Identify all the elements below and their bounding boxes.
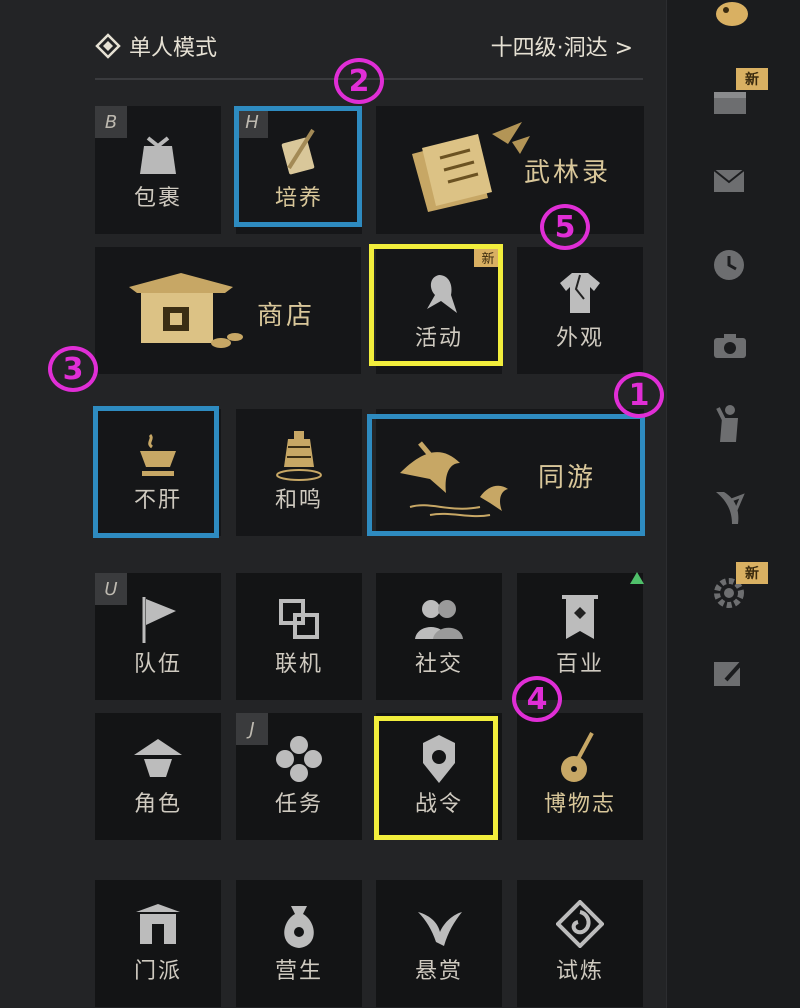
annotation-box-activity: [369, 244, 503, 366]
tile-sect[interactable]: 门派: [95, 880, 221, 1007]
tile-team[interactable]: U 队伍: [95, 573, 221, 700]
mode-selector[interactable]: 单人模式: [95, 30, 217, 62]
tile-appearance[interactable]: 外观: [517, 247, 643, 374]
people-icon: [415, 600, 463, 639]
tile-bag[interactable]: B 包裹: [95, 106, 221, 234]
upgrade-indicator-icon: [630, 572, 644, 584]
hotkey-badge: J: [236, 713, 268, 745]
tile-trial[interactable]: 试炼: [517, 880, 643, 1007]
bell-icon: [276, 431, 322, 481]
new-badge: 新: [736, 562, 768, 584]
shop-stall-icon: [129, 273, 243, 348]
tile-label: 试炼: [555, 959, 604, 984]
tile-label: 商店: [257, 301, 316, 331]
tile-label: 包裹: [133, 186, 182, 211]
hat-icon: [134, 739, 182, 777]
annotation-box-tongyou: [367, 414, 645, 536]
figure-icon[interactable]: [712, 404, 746, 444]
annotation-box-cultivate: [234, 106, 362, 227]
tile-shop[interactable]: 商店: [95, 247, 361, 374]
money-bag-icon: [284, 906, 314, 948]
tile-label: 营生: [274, 959, 323, 984]
annotation-number-1: 1: [614, 372, 664, 418]
tile-label: 百业: [555, 652, 604, 677]
camera-icon[interactable]: [712, 332, 748, 360]
annotation-number-2: 2: [334, 58, 384, 104]
tile-label: 和鸣: [274, 488, 323, 513]
tile-wulin-record[interactable]: 武林录: [376, 106, 644, 234]
tile-label: 外观: [555, 326, 604, 351]
annotation-number-3: 3: [48, 346, 98, 392]
tile-quests[interactable]: J 任务: [236, 713, 362, 840]
robe-icon: [560, 273, 600, 313]
tile-label: 博物志: [543, 792, 616, 817]
mode-label: 单人模式: [129, 36, 218, 61]
tile-livelihood[interactable]: 营生: [236, 880, 362, 1007]
tile-museum[interactable]: 博物志: [517, 713, 643, 840]
tile-label: 联机: [274, 652, 323, 677]
banner-icon: [562, 595, 598, 639]
edit-icon[interactable]: [712, 658, 746, 688]
mail-icon[interactable]: [712, 168, 746, 194]
tile-heming[interactable]: 和鸣: [236, 409, 362, 536]
annotation-box-battle-pass: [374, 716, 498, 840]
tile-label: 任务: [274, 792, 323, 817]
tile-label: 悬赏: [414, 959, 463, 984]
new-badge: 新: [736, 68, 768, 90]
tile-label: 社交: [414, 652, 463, 677]
calendar-icon[interactable]: [712, 88, 748, 116]
tile-social[interactable]: 社交: [376, 573, 502, 700]
feather-icon[interactable]: [712, 490, 746, 526]
tile-label: 门派: [133, 959, 182, 984]
tile-online[interactable]: 联机: [236, 573, 362, 700]
clock-icon[interactable]: [712, 248, 746, 282]
hotkey-badge: U: [95, 573, 127, 605]
tile-label: 武林录: [524, 158, 612, 188]
annotation-box-buguan: [93, 406, 219, 538]
diamond-emblem-icon: [95, 33, 121, 59]
scrolls-icon: [412, 122, 530, 212]
tile-label: 队伍: [133, 652, 182, 677]
link-icon: [279, 599, 319, 639]
gate-icon: [136, 904, 180, 944]
hotkey-badge: B: [95, 106, 127, 138]
annotation-number-5: 5: [540, 204, 590, 250]
tile-character[interactable]: 角色: [95, 713, 221, 840]
bird-avatar-icon[interactable]: [712, 0, 752, 30]
quatrefoil-icon: [276, 736, 322, 782]
pipa-icon: [561, 732, 594, 782]
tile-bounty[interactable]: 悬赏: [376, 880, 502, 1007]
swallow-icon: [418, 912, 462, 946]
vortex-icon: [556, 900, 604, 948]
flag-icon: [142, 597, 176, 643]
annotation-number-4: 4: [512, 676, 562, 722]
bundle-icon: [140, 136, 176, 174]
tile-label: 角色: [133, 792, 182, 817]
level-link[interactable]: 十四级·洞达 >: [491, 30, 643, 62]
